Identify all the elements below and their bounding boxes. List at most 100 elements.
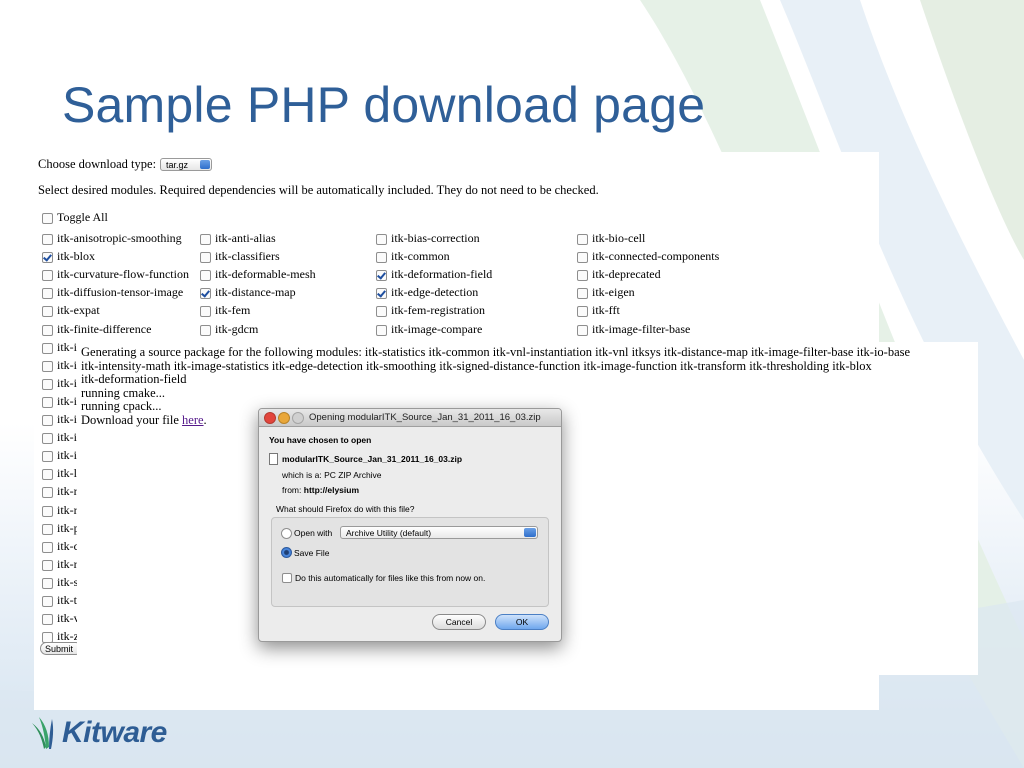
module-label: itk-r (57, 556, 78, 571)
module-label: itk-finite-difference (57, 321, 152, 336)
from-value: http://elysium (303, 485, 360, 495)
module-checkbox[interactable] (42, 433, 53, 445)
open-with-app-value: Archive Utility (default) (346, 528, 432, 538)
download-type-label: Choose download type: (38, 157, 157, 171)
zoom-window-icon[interactable] (292, 412, 304, 424)
module-label: itk-i (57, 448, 77, 463)
module-checkbox[interactable] (577, 270, 588, 282)
submit-button[interactable]: Submit (40, 642, 82, 655)
module-label: itk-image-compare (391, 321, 483, 336)
module-label: itk-bias-correction (391, 231, 480, 245)
module-checkbox[interactable] (42, 469, 53, 481)
download-type-value: tar.gz (166, 160, 189, 170)
close-window-icon[interactable] (264, 412, 276, 424)
module-checkbox[interactable] (42, 378, 53, 390)
module-checkbox[interactable] (42, 451, 53, 463)
auto-label: Do this automatically for files like thi… (295, 573, 486, 583)
module-checkbox[interactable] (42, 559, 53, 571)
module-checkbox[interactable] (577, 288, 588, 300)
download-type-select[interactable]: tar.gz (160, 158, 212, 171)
file-icon (269, 453, 278, 465)
module-label: itk-anti-alias (215, 231, 276, 245)
module-checkbox[interactable] (42, 396, 53, 408)
module-checkbox[interactable] (42, 342, 53, 354)
ok-button[interactable]: OK (495, 614, 549, 630)
module-checkbox[interactable] (376, 270, 387, 282)
module-checkbox[interactable] (42, 306, 53, 318)
module-checkbox[interactable] (200, 252, 211, 264)
module-checkbox[interactable] (42, 577, 53, 589)
open-with-app-select[interactable]: Archive Utility (default) (340, 526, 538, 539)
module-checkbox[interactable] (376, 288, 387, 300)
module-checkbox[interactable] (42, 505, 53, 517)
module-label: itk-s (57, 574, 79, 589)
module-checkbox[interactable] (577, 306, 588, 318)
module-label: itk-i (57, 375, 77, 390)
module-checkbox[interactable] (376, 306, 387, 318)
module-checkbox[interactable] (42, 541, 53, 553)
module-checkbox[interactable] (376, 324, 387, 336)
action-options-group: Open with Archive Utility (default) Save… (271, 517, 549, 607)
action-question: What should Firefox do with this file? (276, 504, 415, 514)
chosen-label: You have chosen to open (269, 435, 372, 445)
module-checkbox[interactable] (200, 288, 211, 300)
module-label: itk-i (57, 412, 77, 426)
save-file-radio[interactable] (281, 547, 292, 558)
toggle-all-checkbox[interactable] (42, 213, 53, 224)
module-label: itk-curvature-flow-function (57, 267, 189, 282)
module-checkbox[interactable] (200, 306, 211, 318)
module-checkbox[interactable] (42, 487, 53, 499)
module-checkbox[interactable] (200, 324, 211, 336)
module-label: itk-i (57, 357, 77, 372)
module-checkbox[interactable] (42, 270, 53, 282)
dialog-titlebar: Opening modularITK_Source_Jan_31_2011_16… (259, 409, 561, 427)
module-label: itk-image-filter-base (592, 321, 691, 336)
module-checkbox[interactable] (42, 415, 53, 426)
module-label: itk-connected-components (592, 249, 720, 264)
module-checkbox[interactable] (42, 360, 53, 372)
which-is-label: which is a: (282, 470, 322, 480)
toggle-all-label: Toggle All (57, 210, 108, 224)
module-checkbox[interactable] (200, 234, 211, 245)
module-checkbox[interactable] (42, 523, 53, 535)
from-label: from: (282, 485, 302, 495)
module-checkbox[interactable] (42, 596, 53, 607)
module-label: itk-i (57, 393, 77, 408)
module-label: itk-r (57, 502, 78, 517)
module-checkbox[interactable] (42, 614, 53, 626)
module-label: itk-deformation-field (391, 267, 493, 282)
module-label: itk-edge-detection (391, 285, 479, 300)
module-checkbox[interactable] (376, 252, 387, 264)
select-arrows-icon (200, 160, 210, 169)
module-checkbox[interactable] (577, 252, 588, 264)
download-link[interactable]: here (182, 413, 204, 427)
module-label: itk-i (57, 430, 77, 445)
module-label: itk-fft (592, 303, 620, 318)
slide-title: Sample PHP download page (62, 77, 706, 133)
select-arrows-icon (524, 528, 536, 537)
module-checkbox[interactable] (577, 324, 588, 336)
download-prefix: Download your file (81, 412, 183, 427)
module-checkbox[interactable] (42, 288, 53, 300)
module-checkbox[interactable] (200, 270, 211, 282)
cancel-button[interactable]: Cancel (432, 614, 486, 630)
auto-checkbox[interactable] (282, 573, 292, 583)
kitware-logo-icon (32, 717, 54, 749)
module-label: itk-deprecated (592, 267, 661, 282)
module-label: itk-diffusion-tensor-image (57, 285, 184, 300)
module-label: itk-i (57, 339, 77, 354)
download-suffix: . (203, 412, 207, 427)
module-checkbox[interactable] (42, 234, 53, 245)
module-label: itk-deformable-mesh (215, 267, 316, 282)
open-with-radio[interactable] (281, 528, 292, 539)
module-label: itk-expat (57, 303, 100, 318)
output-line: running cmake... (81, 385, 166, 400)
save-file-label: Save File (294, 548, 330, 558)
module-label: itk-l (57, 466, 77, 481)
instructions-text: Select desired modules. Required depende… (38, 183, 599, 197)
module-checkbox[interactable] (42, 324, 53, 336)
minimize-window-icon[interactable] (278, 412, 290, 424)
module-checkbox[interactable] (376, 234, 387, 245)
module-checkbox[interactable] (577, 234, 588, 245)
module-checkbox[interactable] (42, 252, 53, 264)
